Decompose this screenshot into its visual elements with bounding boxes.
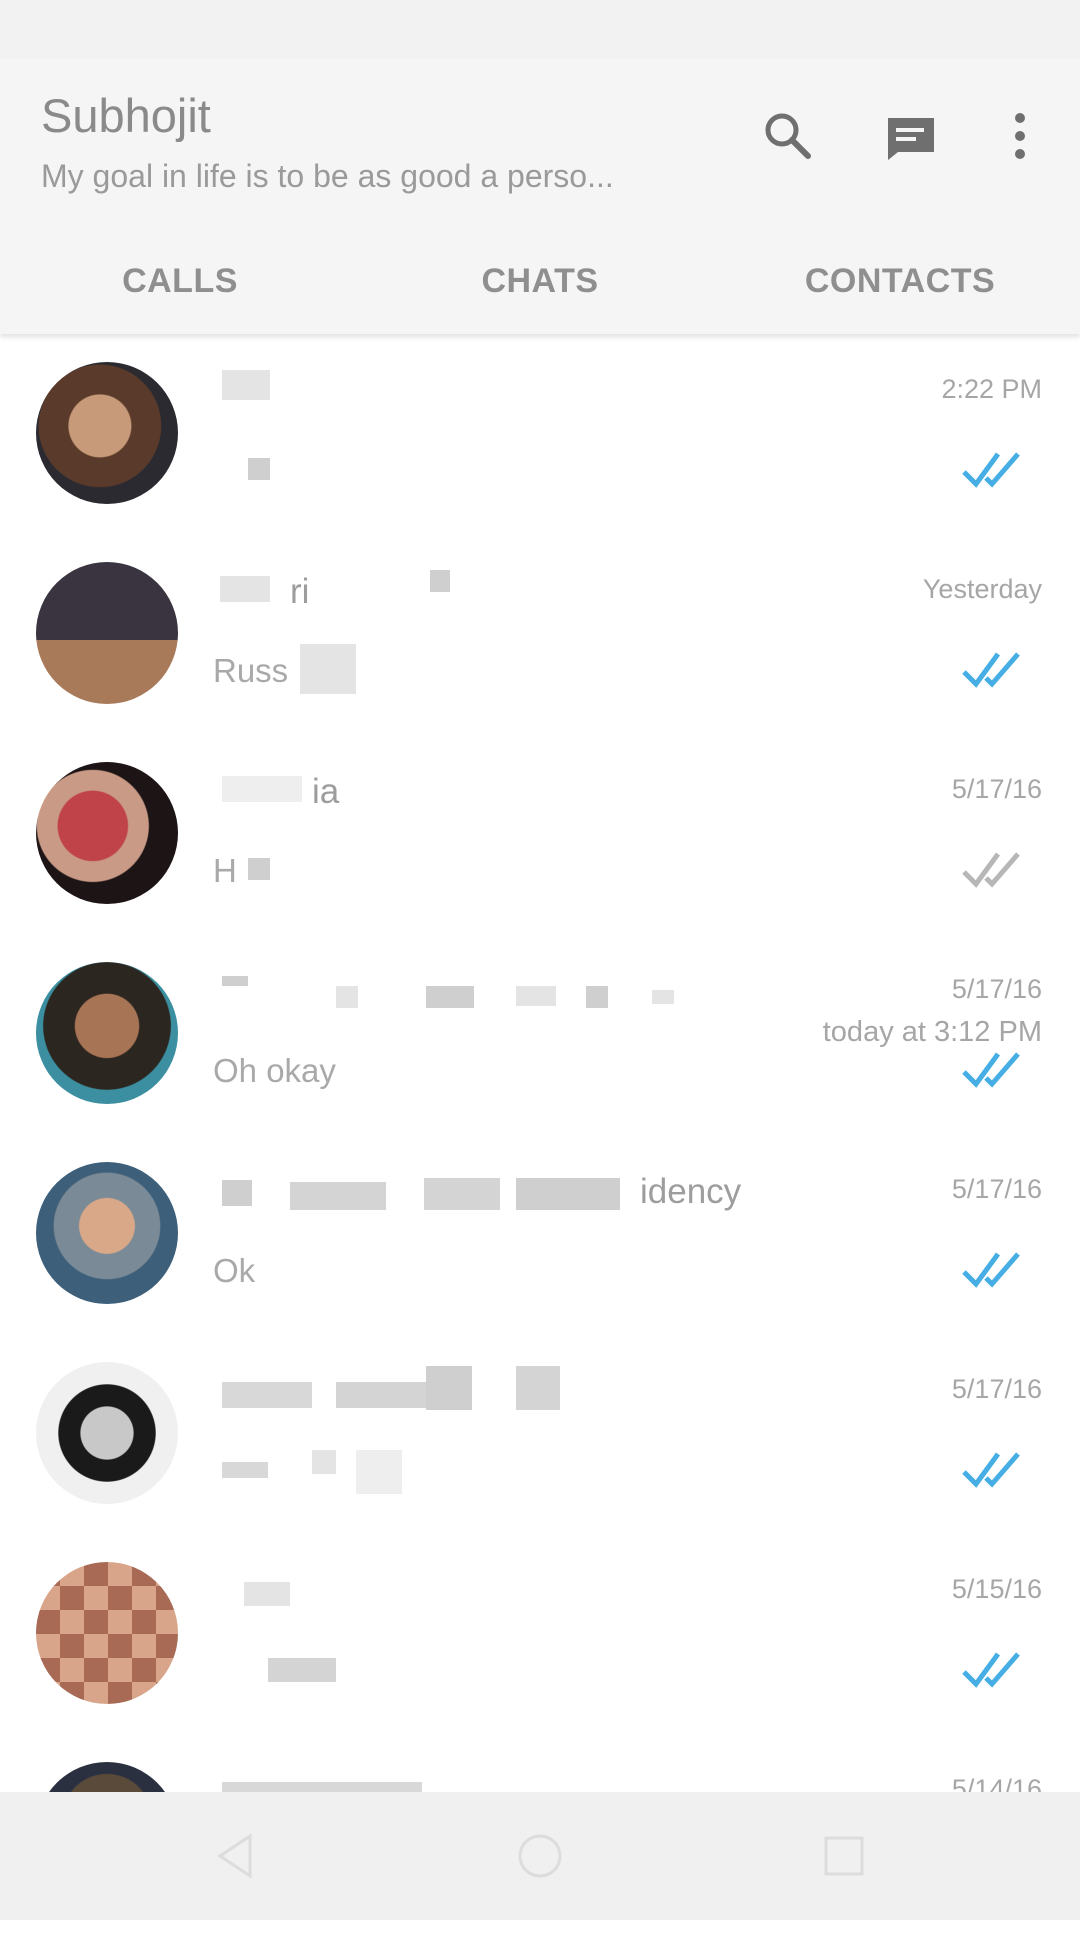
redacted-block — [356, 1450, 402, 1494]
chat-name: ri — [290, 572, 310, 611]
chat-row[interactable]: Oh okay 5/17/16 today at 3:12 PM — [0, 940, 1080, 1140]
chat-preview: Russ — [213, 652, 289, 689]
avatar — [36, 1162, 178, 1304]
redacted-block — [336, 986, 358, 1008]
status-text: My goal in life is to be as good a perso… — [41, 158, 614, 194]
redacted-block — [300, 644, 356, 694]
chat-preview: Oh okay — [213, 1052, 336, 1089]
nav-back-icon[interactable] — [206, 1826, 266, 1886]
redacted-block — [244, 1582, 290, 1606]
redacted-block — [290, 1182, 386, 1210]
redacted-block — [312, 1450, 336, 1474]
chat-row[interactable]: idency Ok 5/17/16 — [0, 1140, 1080, 1340]
redacted-block — [248, 458, 270, 480]
tab-contacts[interactable]: CONTACTS — [720, 228, 1080, 334]
double-check-icon — [962, 452, 1020, 488]
redacted-block — [222, 370, 270, 400]
chat-list: 2:22 PM ri Russ Yesterday ia H 5/17/16 O… — [0, 340, 1080, 1940]
avatar — [36, 962, 178, 1104]
redacted-block — [652, 990, 674, 1004]
chat-time-secondary: today at 3:12 PM — [822, 1016, 1042, 1048]
redacted-block — [222, 976, 248, 986]
double-check-icon — [962, 1052, 1020, 1088]
chat-row[interactable]: 5/15/16 — [0, 1540, 1080, 1740]
redacted-block — [222, 1462, 268, 1478]
redacted-block — [424, 1178, 500, 1210]
avatar — [36, 762, 178, 904]
redacted-block — [430, 570, 450, 592]
tab-calls[interactable]: CALLS — [0, 228, 360, 334]
redacted-block — [586, 986, 608, 1008]
redacted-block — [222, 1382, 312, 1408]
avatar — [36, 1562, 178, 1704]
double-check-icon — [962, 1252, 1020, 1288]
chat-name: idency — [640, 1172, 742, 1211]
chat-time: 5/17/16 — [951, 774, 1042, 804]
chat-time: 5/17/16 — [951, 974, 1042, 1004]
redacted-block — [220, 576, 270, 602]
chat-row[interactable]: ri Russ Yesterday — [0, 540, 1080, 740]
nav-home-icon[interactable] — [510, 1826, 570, 1886]
chat-time: 5/17/16 — [951, 1174, 1042, 1204]
tab-bar: CALLS CHATS CONTACTS — [0, 228, 1080, 334]
app-bar: Subhojit My goal in life is to be as goo… — [0, 58, 1080, 334]
page-title: Subhojit — [41, 89, 211, 142]
double-check-icon — [962, 1452, 1020, 1488]
avatar — [36, 362, 178, 504]
chat-preview: Ok — [213, 1252, 256, 1289]
chat-row[interactable]: ia H 5/17/16 — [0, 740, 1080, 940]
nav-recents-icon[interactable] — [814, 1826, 874, 1886]
redacted-block — [222, 1180, 252, 1206]
double-check-icon — [962, 652, 1020, 688]
chat-row[interactable]: 5/17/16 — [0, 1340, 1080, 1540]
system-nav-bar — [0, 1792, 1080, 1920]
redacted-block — [426, 1366, 472, 1410]
redacted-block — [516, 1366, 560, 1410]
chat-time: Yesterday — [922, 574, 1042, 604]
tab-chats[interactable]: CHATS — [360, 228, 720, 334]
redacted-block — [426, 986, 474, 1008]
redacted-block — [248, 858, 270, 880]
redacted-block — [516, 986, 556, 1006]
avatar — [36, 1362, 178, 1504]
chat-time: 2:22 PM — [941, 374, 1042, 404]
search-icon[interactable] — [758, 106, 818, 166]
new-chat-icon[interactable] — [882, 106, 942, 166]
status-bar — [0, 0, 1080, 58]
chat-name: ia — [312, 772, 340, 811]
redacted-block — [222, 776, 302, 802]
chat-time: 5/17/16 — [951, 1374, 1042, 1404]
chat-preview: H — [213, 852, 237, 889]
redacted-block — [516, 1178, 620, 1210]
redacted-block — [268, 1658, 336, 1682]
chat-time: 5/15/16 — [951, 1574, 1042, 1604]
double-check-icon — [962, 1652, 1020, 1688]
chat-row[interactable]: 2:22 PM — [0, 340, 1080, 540]
double-check-icon — [962, 852, 1020, 888]
avatar — [36, 562, 178, 704]
more-vert-icon[interactable] — [990, 106, 1050, 166]
